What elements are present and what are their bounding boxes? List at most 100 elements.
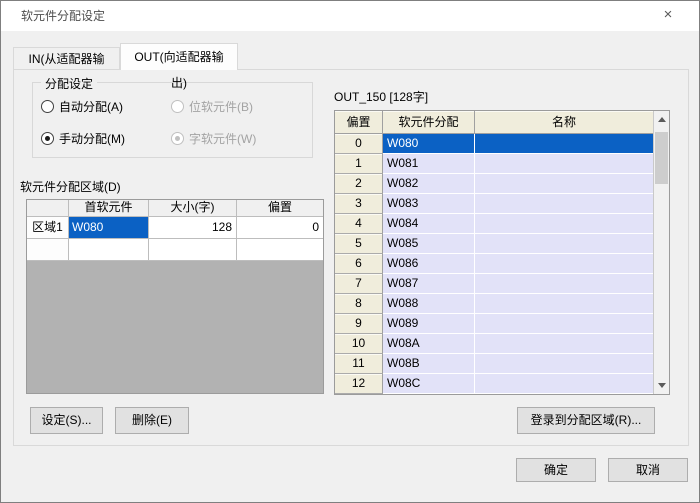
- area-row-header[interactable]: [27, 239, 68, 260]
- out-table-title: OUT_150 [128字]: [334, 88, 428, 105]
- out-offset-cell[interactable]: 0: [335, 134, 383, 154]
- out-name-cell[interactable]: [475, 274, 653, 294]
- out-col-offset: 偏置: [335, 111, 383, 134]
- out-table-row[interactable]: 1W081: [335, 154, 653, 174]
- area-col-size: 大小(字): [149, 200, 236, 216]
- out-offset-cell[interactable]: 2: [335, 174, 383, 194]
- out-device-cell[interactable]: W087: [383, 274, 475, 294]
- out-table-row[interactable]: 8W088: [335, 294, 653, 314]
- out-table-row[interactable]: 4W084: [335, 214, 653, 234]
- area-device-cell[interactable]: [69, 239, 148, 260]
- out-offset-cell[interactable]: 7: [335, 274, 383, 294]
- area-offset-cell[interactable]: 0: [237, 217, 323, 238]
- out-table-row[interactable]: 10W08A: [335, 334, 653, 354]
- area-device-cell[interactable]: W080: [69, 217, 148, 238]
- out-device-cell[interactable]: W082: [383, 174, 475, 194]
- out-offset-cell[interactable]: 1: [335, 154, 383, 174]
- out-device-cell[interactable]: W08C: [383, 374, 475, 394]
- out-table-row[interactable]: 2W082: [335, 174, 653, 194]
- out-col-device: 软元件分配: [383, 111, 475, 134]
- radio-icon: [171, 100, 184, 113]
- radio-label: 位软元件(B): [189, 98, 253, 115]
- out-table-row[interactable]: 0W080: [335, 134, 653, 154]
- out-table-row[interactable]: 12W08C: [335, 374, 653, 394]
- out-device-cell[interactable]: W08B: [383, 354, 475, 374]
- out-offset-cell[interactable]: 8: [335, 294, 383, 314]
- radio-icon: [41, 100, 54, 113]
- radio-word-device: 字软元件(W): [171, 130, 256, 147]
- out-name-cell[interactable]: [475, 354, 653, 374]
- out-name-cell[interactable]: [475, 314, 653, 334]
- out-name-cell[interactable]: [475, 374, 653, 394]
- scroll-thumb[interactable]: [655, 132, 668, 184]
- out-device-cell[interactable]: W085: [383, 234, 475, 254]
- out-offset-cell[interactable]: 9: [335, 314, 383, 334]
- area-size-cell[interactable]: 128: [149, 217, 236, 238]
- area-col-device: 首软元件: [69, 200, 148, 216]
- device-assignment-dialog: 软元件分配设定 × IN(从适配器输入) OUT(向适配器输出) 分配设定 自动…: [0, 0, 700, 503]
- out-name-cell[interactable]: [475, 234, 653, 254]
- radio-icon: [41, 132, 54, 145]
- close-icon[interactable]: ×: [655, 1, 681, 31]
- radio-bit-device: 位软元件(B): [171, 98, 253, 115]
- out-table-row[interactable]: 11W08B: [335, 354, 653, 374]
- out-device-cell[interactable]: W086: [383, 254, 475, 274]
- area-offset-cell[interactable]: [237, 239, 323, 260]
- out-offset-cell[interactable]: 11: [335, 354, 383, 374]
- out-table: 偏置 软元件分配 名称 0W0801W0812W0823W0834W0845W0…: [334, 110, 670, 395]
- out-device-cell[interactable]: W08A: [383, 334, 475, 354]
- out-name-cell[interactable]: [475, 134, 653, 154]
- out-name-cell[interactable]: [475, 154, 653, 174]
- tab-in[interactable]: IN(从适配器输入): [13, 47, 120, 70]
- out-device-cell[interactable]: W083: [383, 194, 475, 214]
- area-col-offset: 偏置: [237, 200, 323, 216]
- groupbox-title: 分配设定: [41, 75, 97, 92]
- register-to-area-button[interactable]: 登录到分配区域(R)...: [517, 407, 655, 434]
- cancel-button[interactable]: 取消: [608, 458, 688, 482]
- tab-out[interactable]: OUT(向适配器输出): [120, 43, 238, 70]
- out-device-cell[interactable]: W081: [383, 154, 475, 174]
- out-offset-cell[interactable]: 5: [335, 234, 383, 254]
- radio-manual-assign[interactable]: 手动分配(M): [41, 130, 125, 147]
- scroll-down-icon[interactable]: [654, 377, 669, 394]
- out-device-cell[interactable]: W084: [383, 214, 475, 234]
- area-col-corner: [27, 200, 68, 216]
- area-table-filler: [27, 261, 323, 393]
- area-section-label: 软元件分配区域(D): [20, 178, 121, 195]
- out-offset-cell[interactable]: 4: [335, 214, 383, 234]
- titlebar: 软元件分配设定 ×: [1, 1, 699, 31]
- out-table-row[interactable]: 3W083: [335, 194, 653, 214]
- out-offset-cell[interactable]: 12: [335, 374, 383, 394]
- area-table: 首软元件 大小(字) 偏置 区域1 W080 128 0: [26, 199, 324, 394]
- out-table-row[interactable]: 9W089: [335, 314, 653, 334]
- out-name-cell[interactable]: [475, 334, 653, 354]
- radio-label: 字软元件(W): [189, 130, 256, 147]
- out-name-cell[interactable]: [475, 174, 653, 194]
- radio-label: 手动分配(M): [59, 130, 125, 147]
- out-table-header: 偏置 软元件分配 名称: [335, 111, 653, 134]
- set-button[interactable]: 设定(S)...: [30, 407, 103, 434]
- delete-button[interactable]: 删除(E): [115, 407, 189, 434]
- radio-auto-assign[interactable]: 自动分配(A): [41, 98, 123, 115]
- out-table-row[interactable]: 7W087: [335, 274, 653, 294]
- tab-page-out: 分配设定 自动分配(A) 位软元件(B) 手动分配(M) 字软元件(W) 软元件…: [13, 69, 689, 446]
- out-device-cell[interactable]: W089: [383, 314, 475, 334]
- out-name-cell[interactable]: [475, 194, 653, 214]
- out-table-row[interactable]: 5W085: [335, 234, 653, 254]
- out-offset-cell[interactable]: 10: [335, 334, 383, 354]
- ok-button[interactable]: 确定: [516, 458, 596, 482]
- out-table-row[interactable]: 6W086: [335, 254, 653, 274]
- out-device-cell[interactable]: W088: [383, 294, 475, 314]
- out-device-cell[interactable]: W080: [383, 134, 475, 154]
- out-name-cell[interactable]: [475, 214, 653, 234]
- area-row-header[interactable]: 区域1: [27, 217, 68, 238]
- window-title: 软元件分配设定: [21, 1, 105, 31]
- out-name-cell[interactable]: [475, 254, 653, 274]
- scroll-up-icon[interactable]: [654, 111, 669, 128]
- out-table-rows: 0W0801W0812W0823W0834W0845W0856W0867W087…: [335, 134, 653, 394]
- out-table-scrollbar[interactable]: [653, 111, 669, 394]
- out-offset-cell[interactable]: 3: [335, 194, 383, 214]
- area-size-cell[interactable]: [149, 239, 236, 260]
- out-offset-cell[interactable]: 6: [335, 254, 383, 274]
- out-name-cell[interactable]: [475, 294, 653, 314]
